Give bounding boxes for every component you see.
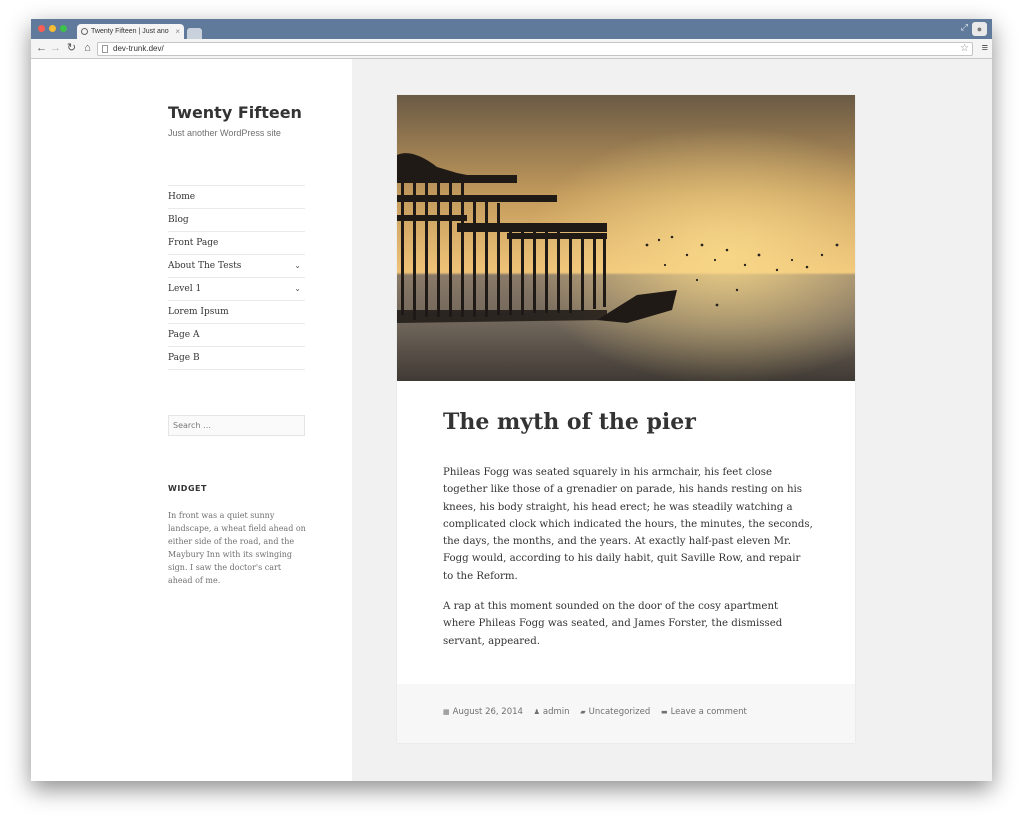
site-title[interactable]: Twenty Fifteen [168,103,302,122]
menu-item-front-page[interactable]: Front Page [168,232,305,255]
post-footer: ▦ August 26, 2014 ♟ admin ▰ Uncategorized ▬… [397,684,855,743]
calendar-icon: ▦ [443,708,450,716]
paragraph: Phileas Fogg was seated squarely in his … [443,467,813,582]
site-description: Just another WordPress site [168,128,281,138]
widget-text: In front was a quiet sunny landscape, a … [168,511,306,585]
page-viewport: Twenty Fifteen Just another WordPress si… [31,59,992,781]
menu-item-label: About The Tests [168,261,242,271]
back-arrow-icon[interactable]: ← [35,41,48,56]
close-window-button[interactable] [38,25,45,32]
tab-title: Twenty Fifteen | Just another [91,28,169,35]
menu-item-label: Blog [168,215,189,225]
paragraph: A rap at this moment sounded on the door… [443,601,783,647]
forward-arrow-icon[interactable]: → [49,41,62,56]
widget-title: WIDGET [168,484,207,493]
post-title[interactable]: The myth of the pier [443,409,696,435]
search-input[interactable] [168,415,305,436]
menu-item-label: Page A [168,330,200,340]
category-link[interactable]: Uncategorized [589,707,651,717]
menu-item-page-b[interactable]: Page B [168,347,305,370]
menu-item-level-1[interactable]: Level 1 ⌄ [168,278,305,301]
menu-item-label: Front Page [168,238,219,248]
menu-item-blog[interactable]: Blog [168,209,305,232]
favicon-icon [81,28,88,35]
folder-icon: ▰ [580,708,586,716]
post-date-link[interactable]: August 26, 2014 [453,707,523,717]
menu-item-about-the-tests[interactable]: About The Tests ⌄ [168,255,305,278]
hamburger-menu-icon[interactable]: ≡ [982,41,988,56]
tab-close-icon[interactable]: × [175,24,180,39]
post-content: Phileas Fogg was seated squarely in his … [443,464,813,663]
tab-bar: Twenty Fifteen | Just another × ⤢ ● [31,19,992,39]
menu-item-home[interactable]: Home [168,186,305,209]
menu-item-label: Page B [168,353,200,363]
chevron-down-icon[interactable]: ⌄ [294,255,301,277]
fullscreen-icon[interactable]: ⤢ [961,22,968,33]
author-icon: ♟ [533,708,540,716]
new-tab-button[interactable] [187,28,202,39]
leave-comment-link[interactable]: Leave a comment [671,707,747,717]
featured-image[interactable] [397,95,855,381]
comment-icon: ▬ [660,708,668,716]
menu-item-lorem-ipsum[interactable]: Lorem Ipsum [168,301,305,324]
profile-icon[interactable]: ● [972,22,987,36]
browser-tab[interactable]: Twenty Fifteen | Just another × [77,24,184,39]
main-navigation: Home Blog Front Page About The Tests ⌄ Le… [168,185,305,370]
address-bar[interactable]: dev-trunk.dev/ ☆ [97,42,973,56]
browser-window: Twenty Fifteen | Just another × ⤢ ● ← → … [31,19,992,781]
post-article: The myth of the pier Phileas Fogg was se… [397,95,855,743]
reload-icon[interactable]: ↻ [65,41,78,56]
page-icon [102,45,108,53]
minimize-window-button[interactable] [49,25,56,32]
menu-item-label: Level 1 [168,284,202,294]
chevron-down-icon[interactable]: ⌄ [294,278,301,300]
menu-item-label: Lorem Ipsum [168,307,229,317]
post-meta: ▦ August 26, 2014 ♟ admin ▰ Uncategorized ▬… [443,707,747,717]
author-link[interactable]: admin [543,707,570,717]
sidebar: Twenty Fifteen Just another WordPress si… [31,59,352,781]
menu-item-page-a[interactable]: Page A [168,324,305,347]
browser-toolbar: ← → ↻ ⌂ dev-trunk.dev/ ☆ ≡ [31,39,992,59]
home-icon[interactable]: ⌂ [81,41,94,56]
bookmark-star-icon[interactable]: ☆ [960,43,969,55]
menu-item-label: Home [168,192,196,202]
url-text[interactable]: dev-trunk.dev/ [113,43,164,55]
zoom-window-button[interactable] [60,25,67,32]
